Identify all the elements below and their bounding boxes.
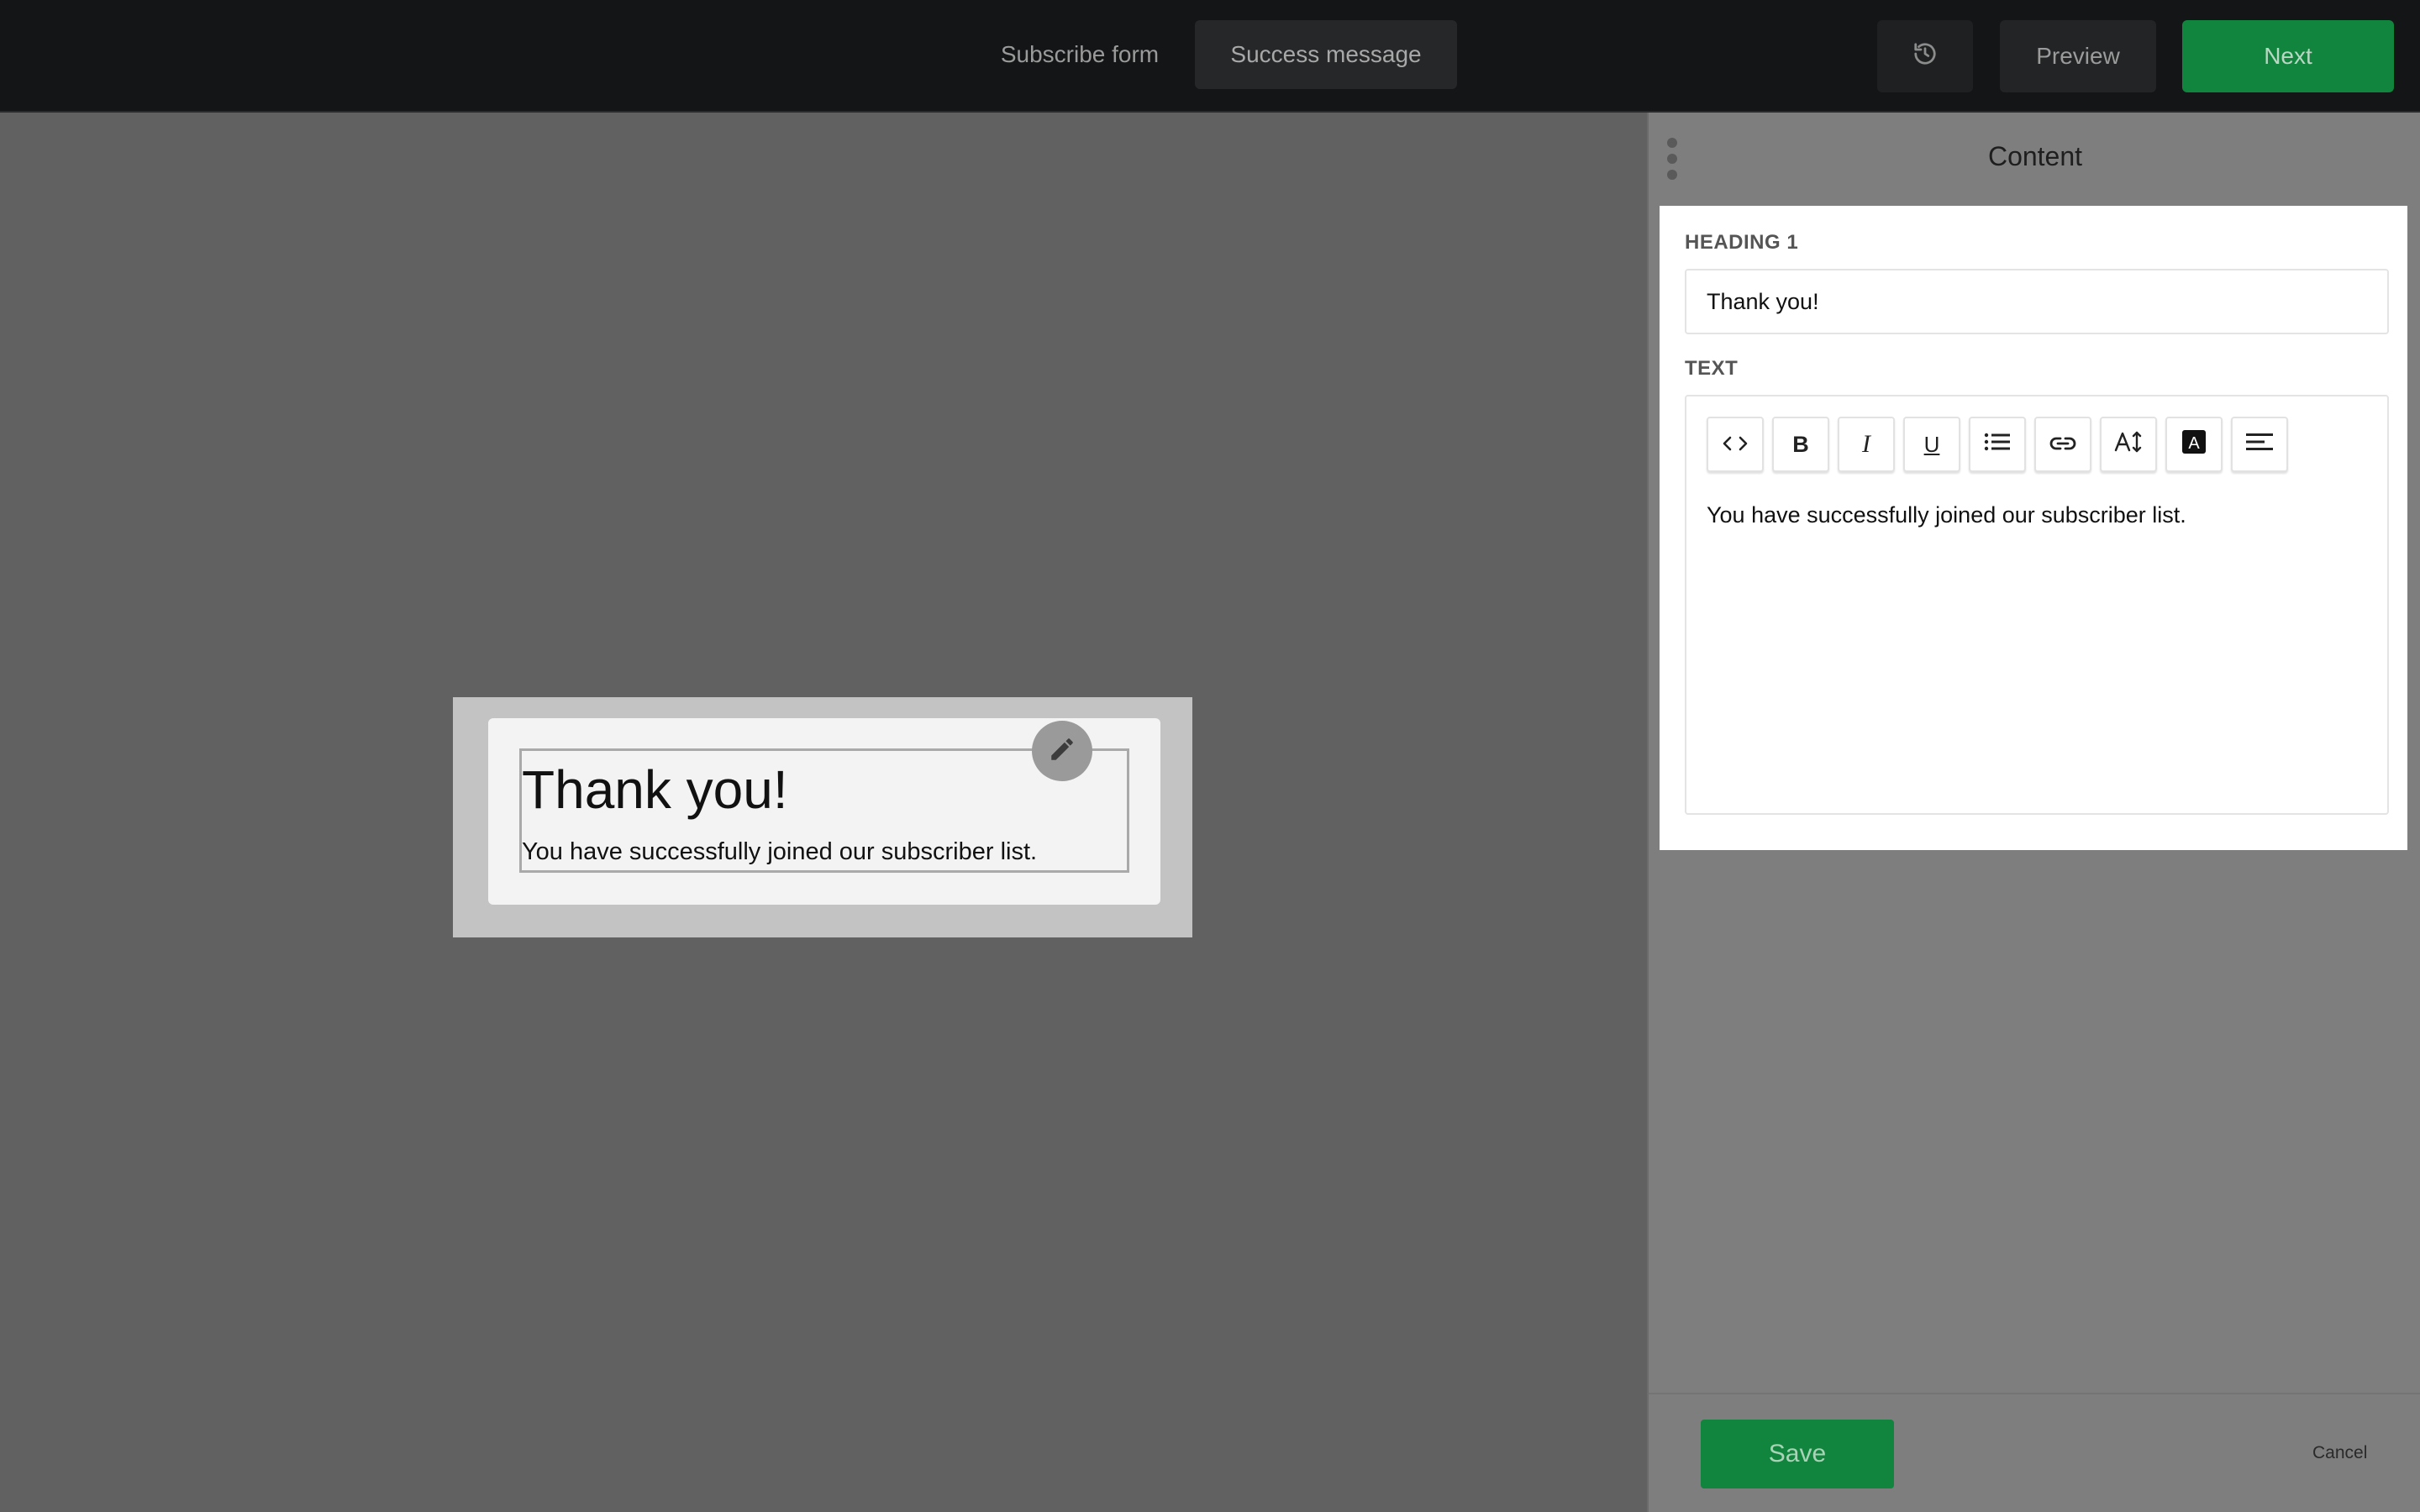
- align-icon: [2246, 432, 2273, 458]
- history-icon: [1912, 41, 1938, 72]
- save-button[interactable]: Save: [1701, 1420, 1894, 1488]
- text-label: TEXT: [1685, 357, 1739, 380]
- form-heading: Thank you!: [522, 759, 788, 820]
- text-color-button[interactable]: A: [2165, 417, 2223, 472]
- preview-button[interactable]: Preview: [2000, 20, 2156, 92]
- bold-button[interactable]: B: [1772, 417, 1829, 472]
- font-size-button[interactable]: [2100, 417, 2157, 472]
- heading-label: HEADING 1: [1685, 231, 1799, 254]
- code-icon: [1723, 432, 1748, 458]
- top-bar: Subscribe form Success message Preview N…: [0, 0, 2420, 113]
- panel-title: Content: [1987, 141, 2083, 171]
- tab-success-message[interactable]: Success message: [1195, 20, 1457, 89]
- bold-icon: B: [1792, 431, 1809, 457]
- next-button[interactable]: Next: [2182, 20, 2394, 92]
- link-icon: [2049, 432, 2077, 458]
- cancel-button[interactable]: Cancel: [2312, 1443, 2367, 1463]
- align-button[interactable]: [2231, 417, 2288, 472]
- font-size-icon: [2114, 430, 2143, 459]
- tab-subscribe-form[interactable]: Subscribe form: [975, 20, 1185, 89]
- italic-button[interactable]: I: [1838, 417, 1895, 472]
- panel-body: HEADING 1 Thank you! TEXT B I U A You ha…: [1660, 206, 2407, 850]
- pencil-icon: [1048, 735, 1076, 768]
- form-text: You have successfully joined our subscri…: [522, 838, 1038, 865]
- text-editor[interactable]: B I U A You have successfully joined our…: [1685, 395, 2389, 815]
- list-button[interactable]: [1969, 417, 2026, 472]
- editor-text: You have successfully joined our subscri…: [1707, 502, 2186, 528]
- panel-footer: Save Cancel: [1649, 1393, 2420, 1512]
- history-button[interactable]: [1877, 20, 1973, 92]
- underline-button[interactable]: U: [1903, 417, 1960, 472]
- underline-icon: U: [1923, 431, 1940, 457]
- italic-icon: I: [1862, 430, 1870, 458]
- content-panel: Content HEADING 1 Thank you! TEXT B I U: [1647, 113, 2420, 1512]
- link-button[interactable]: [2034, 417, 2091, 472]
- edit-button[interactable]: [1032, 721, 1092, 781]
- list-icon: [1984, 432, 2011, 458]
- editor-toolbar: B I U A: [1707, 417, 2288, 472]
- svg-text:A: A: [2188, 434, 2200, 453]
- heading-input[interactable]: Thank you!: [1685, 269, 2389, 334]
- code-button[interactable]: [1707, 417, 1764, 472]
- text-color-icon: A: [2181, 429, 2207, 460]
